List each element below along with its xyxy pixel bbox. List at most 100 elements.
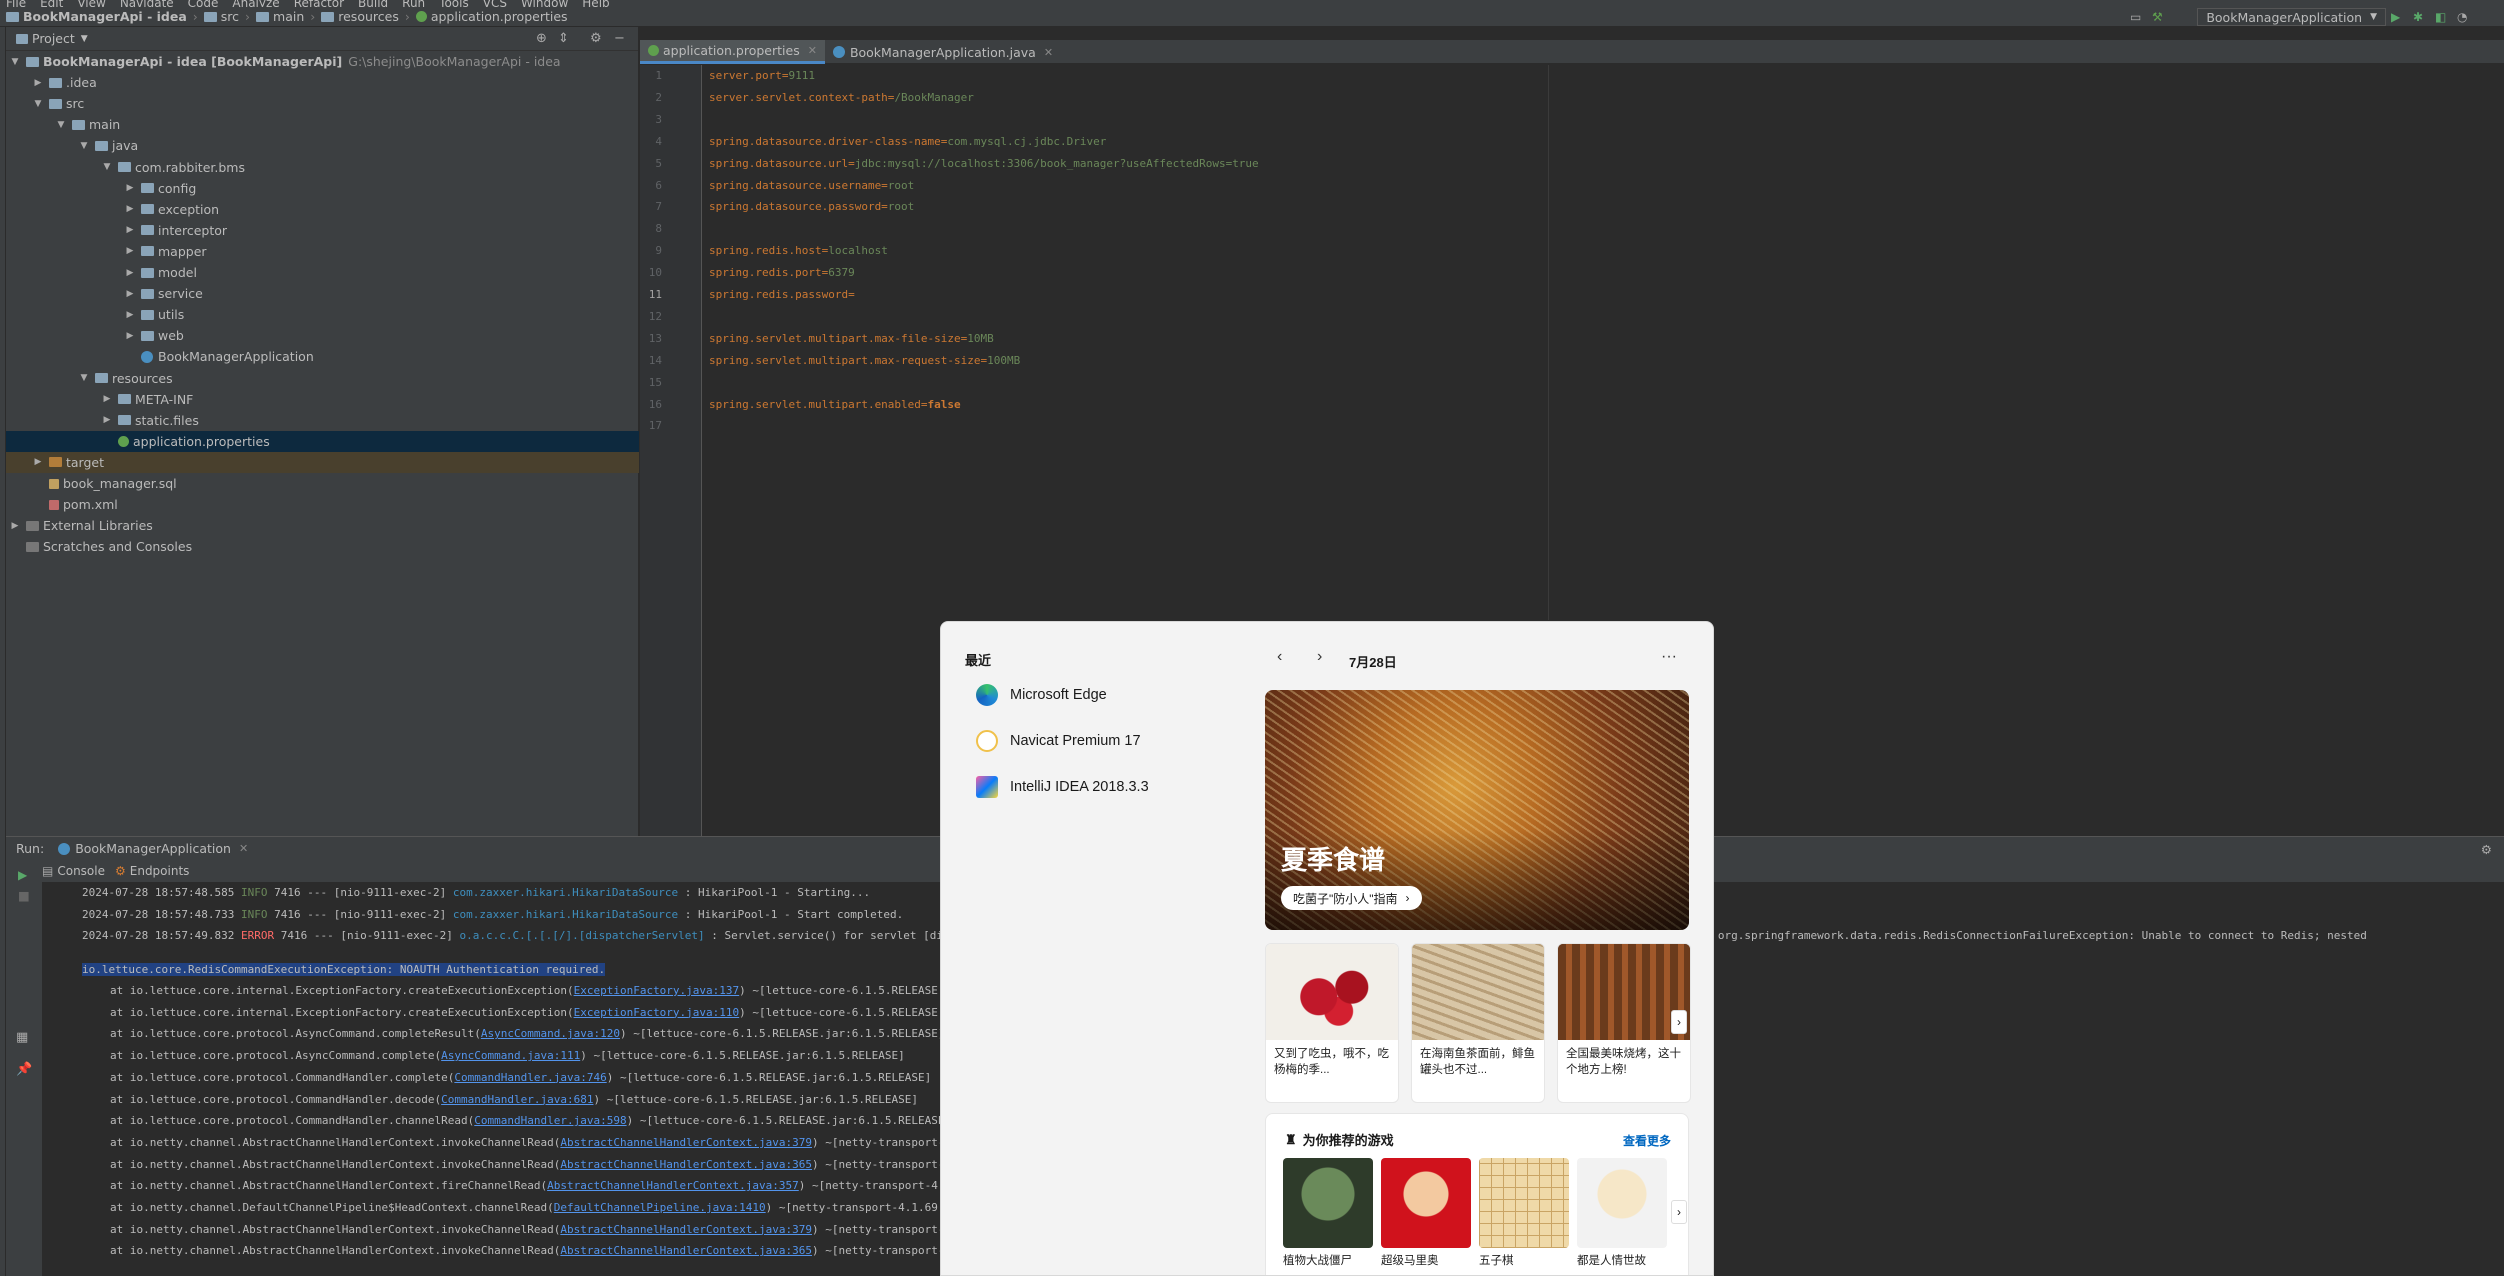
tree-item[interactable]: ▶ static.files (6, 410, 639, 431)
tree-item[interactable]: ▶ .idea (6, 72, 639, 93)
source-link[interactable]: CommandHandler.java:598 (474, 1114, 626, 1127)
breadcrumb-item[interactable]: main (273, 9, 304, 24)
menu-item[interactable]: Run (402, 0, 425, 7)
gear-icon[interactable]: ⚙ (590, 32, 602, 45)
tree-item[interactable]: ▶ target (6, 451, 639, 473)
collapsed-arrow-icon[interactable]: ▶ (125, 246, 135, 256)
tree-item[interactable]: ▶ External Libraries (6, 515, 639, 536)
chevron-down-icon[interactable]: ▼ (81, 34, 88, 44)
tree-item[interactable]: Scratches and Consoles (6, 536, 639, 557)
debug-icon[interactable]: ✱ (2413, 11, 2425, 23)
breadcrumb-item[interactable]: src (221, 9, 239, 24)
tree-item[interactable]: ▶ utils (6, 304, 639, 325)
tree-item[interactable]: ▼ BookManagerApi - idea [BookManagerApi] G… (6, 51, 639, 72)
coverage-icon[interactable]: ◧ (2435, 11, 2447, 23)
breadcrumb-item[interactable]: resources (338, 9, 399, 24)
recent-item-edge[interactable]: Microsoft Edge (976, 684, 1107, 706)
menu-item[interactable]: File (6, 0, 26, 7)
game-tile[interactable]: 五子棋 (1479, 1158, 1569, 1268)
menu-item[interactable]: View (77, 0, 105, 7)
menu-item[interactable]: Build (358, 0, 388, 7)
build-hammer-icon[interactable]: ⚒ (2152, 11, 2164, 23)
source-link[interactable]: AsyncCommand.java:111 (441, 1049, 580, 1062)
collapsed-arrow-icon[interactable]: ▶ (125, 225, 135, 235)
tree-item[interactable]: application.properties (6, 430, 639, 452)
tree-item[interactable]: ▶ META-INF (6, 389, 639, 410)
source-link[interactable]: DefaultChannelPipeline.java:1410 (554, 1201, 766, 1214)
layout-icon[interactable]: ▦ (16, 1030, 28, 1045)
menu-item[interactable]: Tools (439, 0, 469, 7)
expanded-arrow-icon[interactable]: ▼ (102, 162, 112, 172)
run-icon[interactable]: ▶ (2391, 11, 2403, 23)
news-card[interactable]: 在海南鱼茶面前，鲱鱼罐头也不过... (1411, 943, 1545, 1103)
tree-item[interactable]: ▶ service (6, 283, 639, 304)
collapsed-arrow-icon[interactable]: ▶ (125, 331, 135, 341)
hero-card[interactable]: 夏季食谱 吃菌子"防小人"指南 › (1265, 690, 1689, 930)
cards-next-button[interactable]: › (1671, 1010, 1687, 1034)
project-panel-title[interactable]: Project (32, 31, 75, 46)
game-tile[interactable]: 超级马里奥 (1381, 1158, 1471, 1268)
tree-item[interactable]: ▶ web (6, 325, 639, 346)
game-tile[interactable]: 都是人情世故 (1577, 1158, 1667, 1268)
project-structure-icon[interactable]: ▭ (2130, 11, 2142, 23)
tree-item[interactable]: ▼ java (6, 135, 639, 156)
tree-item[interactable]: BookManagerApplication (6, 346, 639, 367)
tab-endpoints[interactable]: Endpoints (130, 864, 190, 878)
profile-icon[interactable]: ◔ (2457, 11, 2469, 23)
breadcrumb-item[interactable]: application.properties (431, 9, 568, 24)
source-link[interactable]: AsyncCommand.java:120 (481, 1027, 620, 1040)
expanded-arrow-icon[interactable]: ▼ (79, 141, 89, 151)
collapsed-arrow-icon[interactable]: ▶ (125, 268, 135, 278)
prev-date-icon[interactable]: ‹ (1277, 648, 1282, 666)
more-icon[interactable]: ··· (1661, 648, 1677, 666)
menu-item[interactable]: Navigate (120, 0, 174, 7)
source-link[interactable]: AbstractChannelHandlerContext.java:379 (560, 1136, 812, 1149)
expanded-arrow-icon[interactable]: ▼ (33, 99, 43, 109)
locate-icon[interactable]: ⊕ (536, 32, 548, 45)
rerun-icon[interactable]: ▶ (18, 868, 27, 882)
hero-pill-button[interactable]: 吃菌子"防小人"指南 › (1281, 886, 1422, 910)
tab-console[interactable]: Console (57, 864, 105, 878)
close-icon[interactable]: ✕ (239, 842, 248, 855)
expanded-arrow-icon[interactable]: ▼ (56, 120, 66, 130)
tree-item[interactable]: ▶ mapper (6, 241, 639, 262)
collapsed-arrow-icon[interactable]: ▶ (10, 521, 20, 531)
close-icon[interactable]: ✕ (808, 44, 817, 57)
close-icon[interactable]: ✕ (1044, 46, 1053, 59)
news-card[interactable]: 又到了吃虫，哦不，吃杨梅的季... (1265, 943, 1399, 1103)
run-config-selector[interactable]: BookManagerApplication ▼ (2197, 8, 2386, 26)
collapsed-arrow-icon[interactable]: ▶ (125, 204, 135, 214)
source-link[interactable]: ExceptionFactory.java:110 (574, 1006, 740, 1019)
tree-item[interactable]: pom.xml (6, 494, 639, 515)
tab-application-properties[interactable]: application.properties ✕ (640, 40, 825, 64)
collapsed-arrow-icon[interactable]: ▶ (33, 78, 43, 88)
collapsed-arrow-icon[interactable]: ▶ (102, 415, 112, 425)
source-link[interactable]: ExceptionFactory.java:137 (574, 984, 740, 997)
tree-item[interactable]: ▶ model (6, 262, 639, 283)
breadcrumb-item[interactable]: BookManagerApi - idea (23, 9, 187, 24)
menu-item[interactable]: Edit (40, 0, 63, 7)
tree-item[interactable]: ▼ resources (6, 368, 639, 389)
tree-item[interactable]: ▶ exception (6, 199, 639, 220)
source-link[interactable]: AbstractChannelHandlerContext.java:379 (560, 1223, 812, 1236)
collapsed-arrow-icon[interactable]: ▶ (33, 457, 43, 467)
source-link[interactable]: CommandHandler.java:681 (441, 1093, 593, 1106)
expanded-arrow-icon[interactable]: ▼ (10, 57, 20, 67)
source-link[interactable]: AbstractChannelHandlerContext.java:365 (560, 1244, 812, 1257)
menu-item[interactable]: Code (188, 0, 219, 7)
collapsed-arrow-icon[interactable]: ▶ (102, 394, 112, 404)
menu-item[interactable]: Analyze (232, 0, 279, 7)
collapsed-arrow-icon[interactable]: ▶ (125, 289, 135, 299)
next-date-icon[interactable]: › (1317, 648, 1322, 666)
source-link[interactable]: AbstractChannelHandlerContext.java:365 (560, 1158, 812, 1171)
hide-icon[interactable]: − (614, 32, 626, 45)
run-config-tab[interactable]: BookManagerApplication (75, 841, 231, 856)
source-link[interactable]: CommandHandler.java:746 (454, 1071, 606, 1084)
gear-icon[interactable]: ⚙ (2481, 842, 2492, 857)
recent-item-navicat[interactable]: Navicat Premium 17 (976, 730, 1141, 752)
menu-item[interactable]: VCS (483, 0, 507, 7)
tree-item[interactable]: ▶ interceptor (6, 220, 639, 241)
collapse-icon[interactable]: ⇕ (558, 32, 570, 45)
collapsed-arrow-icon[interactable]: ▶ (125, 310, 135, 320)
collapsed-arrow-icon[interactable]: ▶ (125, 183, 135, 193)
